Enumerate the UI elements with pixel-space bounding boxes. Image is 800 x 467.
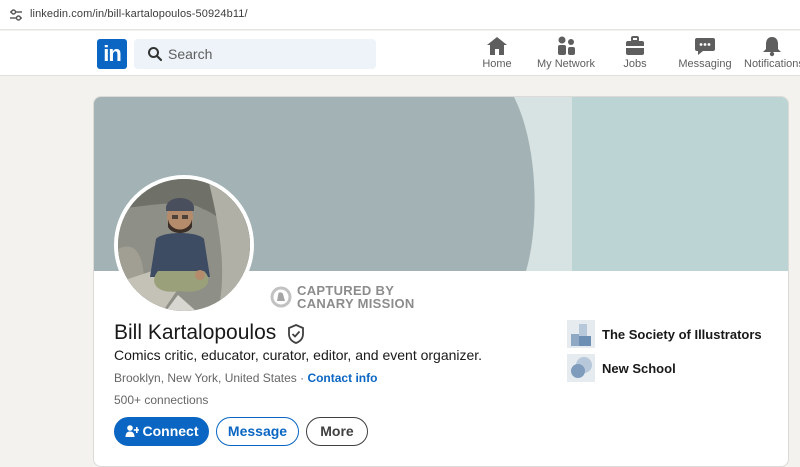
profile-photo: [118, 179, 250, 311]
nav-notifications[interactable]: Notifications: [744, 35, 800, 75]
profile-name: Bill Kartalopoulos: [114, 321, 277, 344]
profile-location: Brooklyn, New York, United States: [114, 371, 297, 385]
nav-home[interactable]: Home: [480, 35, 514, 75]
profile-headline: Comics critic, educator, curator, editor…: [114, 347, 483, 363]
org-name: New School: [602, 361, 676, 376]
browser-address-bar[interactable]: linkedin.com/in/bill-kartalopoulos-50924…: [0, 0, 800, 30]
home-icon: [487, 37, 507, 55]
linkedin-logo-icon[interactable]: in: [97, 39, 127, 69]
profile-location-line: Brooklyn, New York, United States · Cont…: [114, 371, 377, 385]
connections-count[interactable]: 500+ connections: [114, 393, 208, 407]
org-name: The Society of Illustrators: [602, 327, 762, 342]
bell-icon: [763, 37, 781, 57]
briefcase-icon: [626, 36, 644, 55]
site-settings-icon[interactable]: [9, 8, 23, 22]
nav-home-label: Home: [482, 58, 512, 70]
profile-card: CAPTURED BY CANARY MISSION Bill Kartalop…: [93, 96, 789, 467]
stamp-line-2: CANARY MISSION: [297, 296, 415, 311]
verified-shield-icon[interactable]: [287, 324, 305, 344]
nav-jobs[interactable]: Jobs: [620, 35, 650, 75]
search-icon: [148, 47, 163, 62]
connect-button-label: Connect: [142, 423, 199, 439]
search-input[interactable]: Search: [134, 39, 376, 69]
more-button[interactable]: More: [306, 417, 368, 446]
profile-avatar[interactable]: [114, 175, 254, 315]
connect-button[interactable]: Connect: [114, 417, 209, 446]
society-of-illustrators-logo-icon: [567, 320, 595, 348]
nav-my-network[interactable]: My Network: [536, 35, 596, 75]
contact-info-link[interactable]: Contact info: [307, 371, 377, 385]
nav-jobs-label: Jobs: [623, 58, 647, 70]
location-separator: ·: [296, 371, 308, 385]
message-button[interactable]: Message: [216, 417, 299, 446]
top-navigation: in Search Home My Network Jobs Messaging…: [0, 31, 800, 76]
search-placeholder: Search: [168, 46, 213, 62]
add-person-icon: [125, 424, 139, 437]
canary-badge-icon: [270, 286, 292, 308]
nav-messaging[interactable]: Messaging: [678, 35, 732, 75]
messaging-icon: [695, 38, 715, 55]
nav-my-network-label: My Network: [536, 58, 596, 70]
url-text[interactable]: linkedin.com/in/bill-kartalopoulos-50924…: [30, 8, 248, 20]
network-icon: [558, 36, 575, 55]
new-school-logo-icon: [567, 354, 595, 382]
stamp-text: CAPTURED BY CANARY MISSION: [297, 284, 415, 310]
nav-messaging-label: Messaging: [678, 58, 732, 70]
nav-notifications-label: Notifications: [744, 58, 800, 70]
